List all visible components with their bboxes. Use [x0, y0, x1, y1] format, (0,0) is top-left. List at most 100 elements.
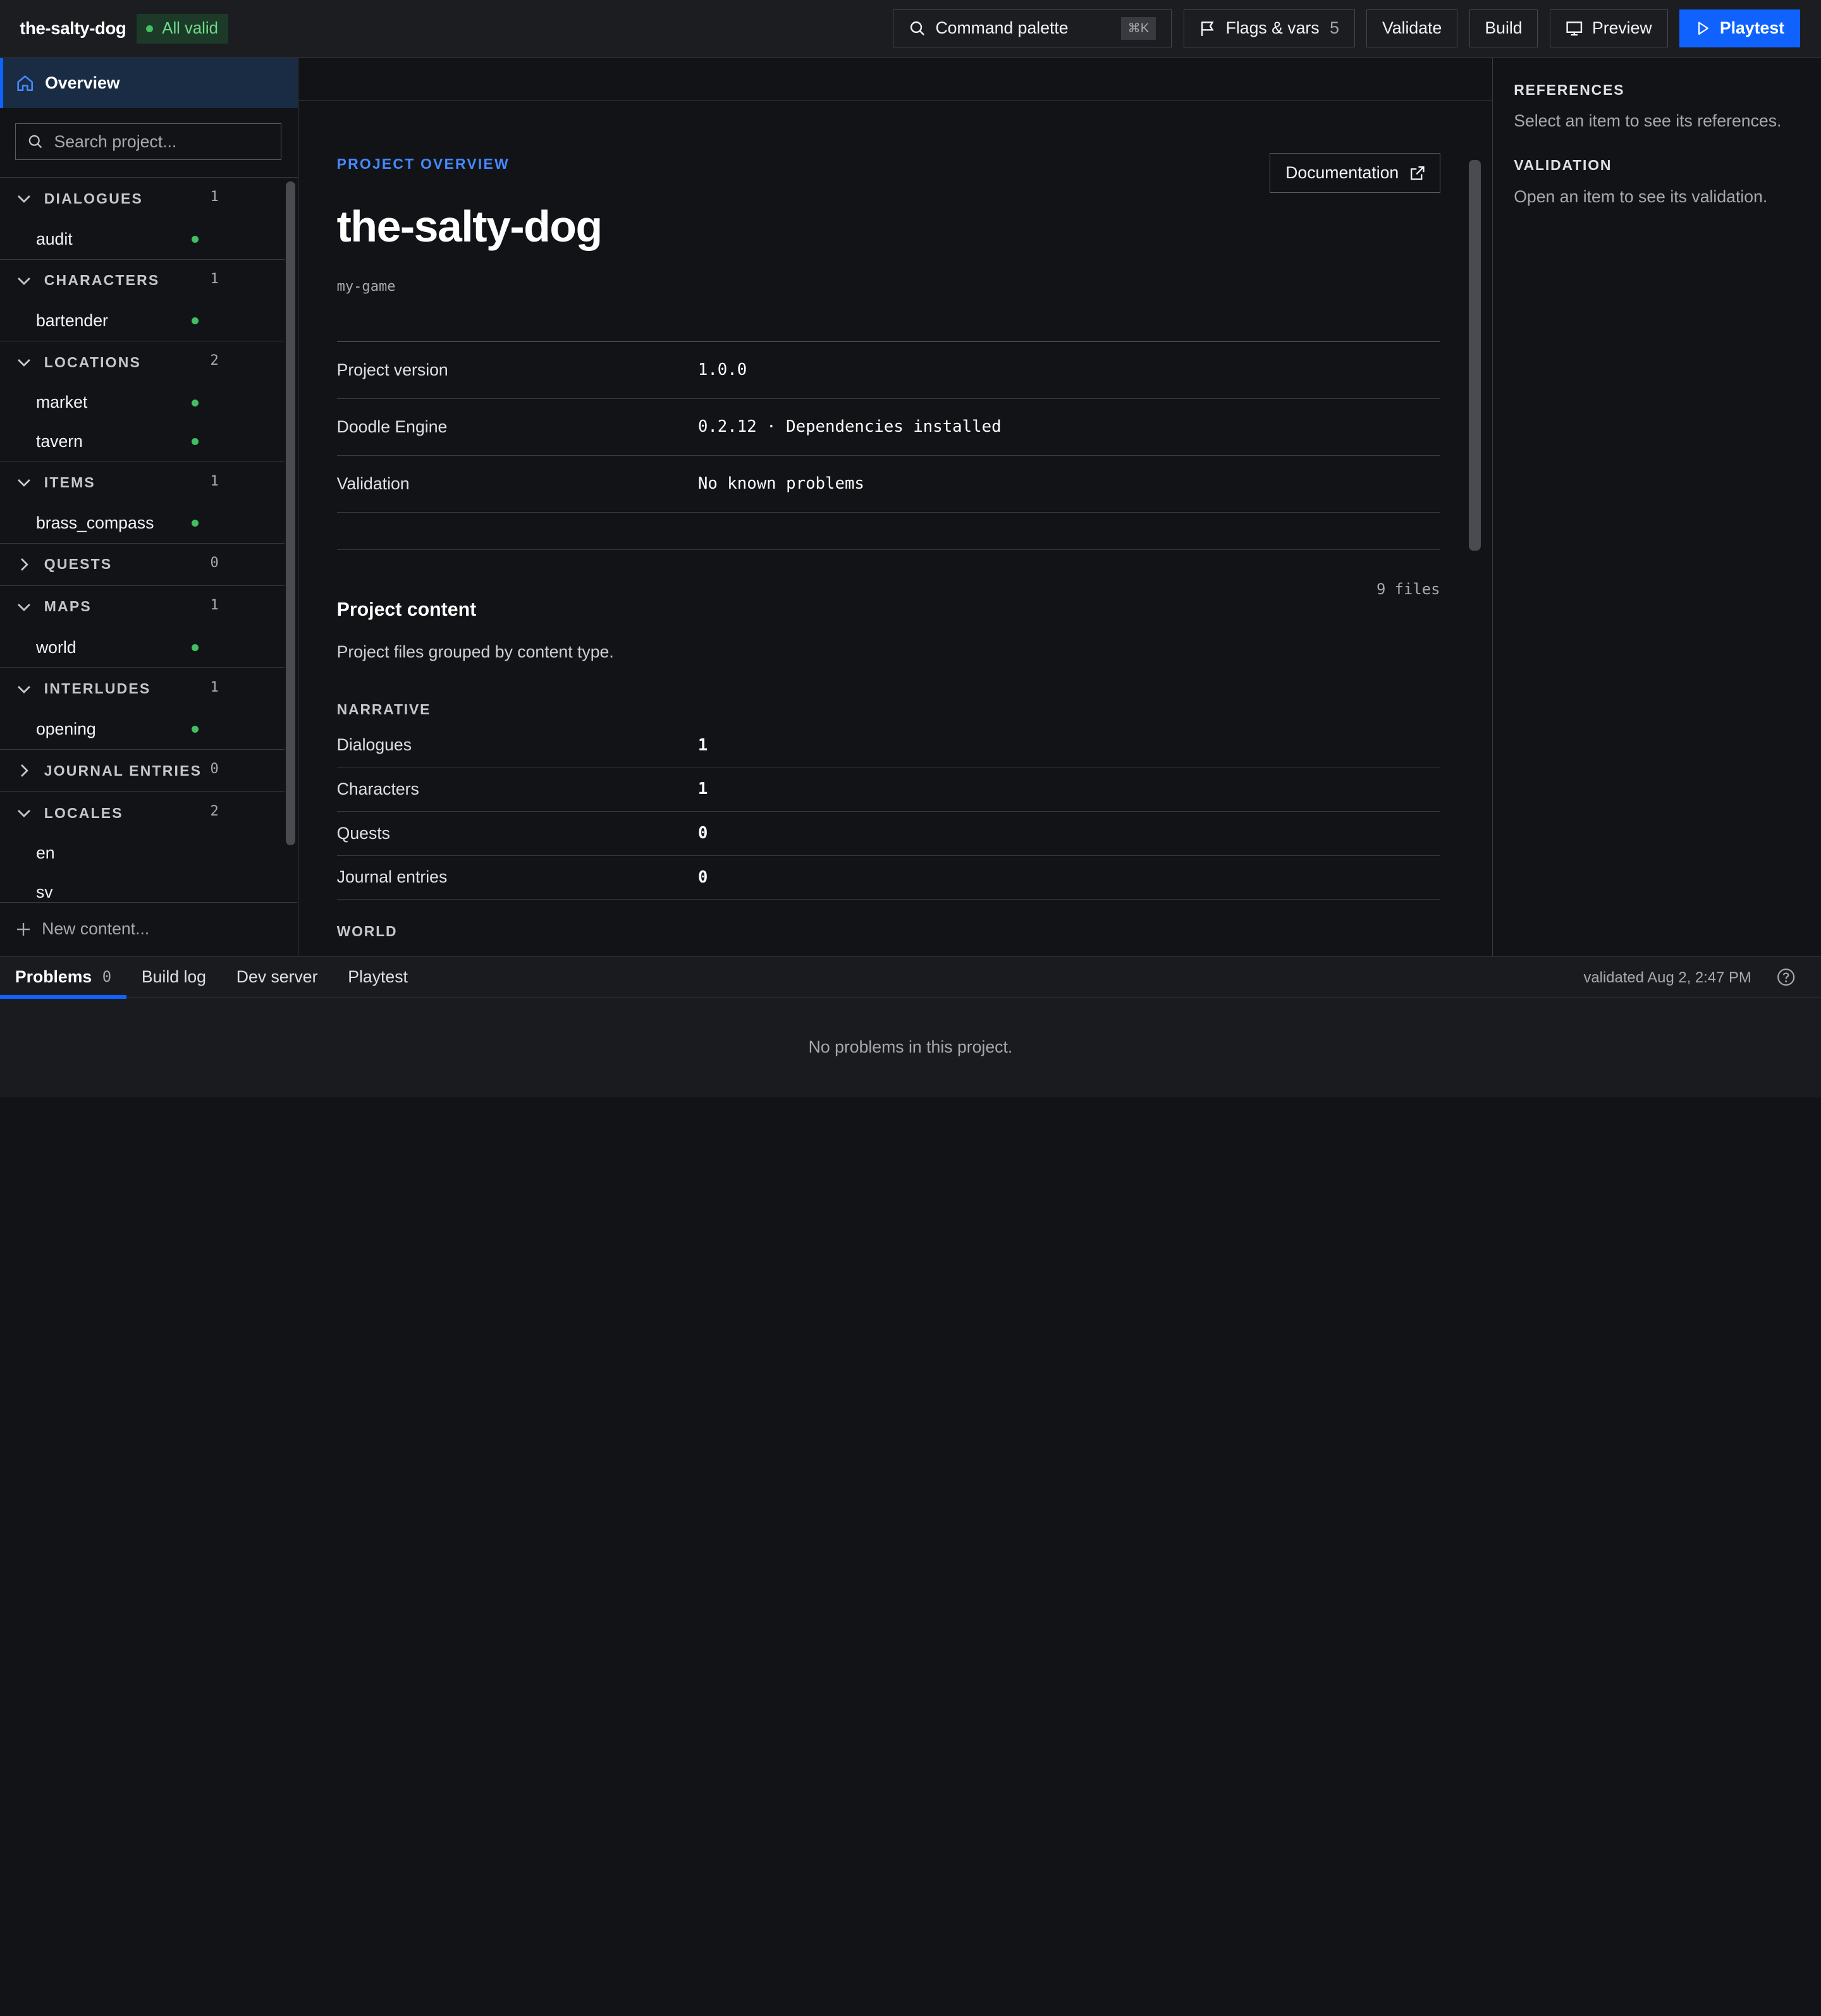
- tree-item[interactable]: market: [0, 383, 285, 422]
- tree-item[interactable]: sv: [0, 872, 285, 902]
- tree-group-count: 1: [210, 473, 219, 489]
- bottom-tab[interactable]: Build log: [126, 956, 221, 998]
- validate-button[interactable]: Validate: [1366, 9, 1458, 48]
- content-type-count: 1: [697, 735, 708, 755]
- tree-group-header[interactable]: INTERLUDES 1: [0, 668, 285, 709]
- tree-group-count: 0: [210, 761, 219, 778]
- content-section-title: Project content: [336, 599, 477, 620]
- tree-group-label: DIALOGUES: [44, 190, 143, 207]
- tree-group-header[interactable]: DIALOGUES 1: [0, 178, 285, 219]
- overview-label: Overview: [45, 73, 120, 92]
- documentation-label: Documentation: [1285, 163, 1399, 183]
- flags-vars-count: 5: [1330, 18, 1339, 38]
- top-bar: the-salty-dog All valid Command palette …: [0, 0, 1821, 58]
- tree-item[interactable]: tavern: [0, 422, 285, 461]
- flags-vars-label: Flags & vars: [1225, 18, 1320, 38]
- content-type-label: Characters: [336, 779, 419, 798]
- project-properties: Project version 1.0.0 Doodle Engine 0.2.12 …: [336, 341, 1440, 513]
- command-palette-button[interactable]: Command palette ⌘K: [893, 9, 1172, 48]
- build-button[interactable]: Build: [1469, 9, 1538, 48]
- tree-group-count: 0: [210, 555, 219, 571]
- playtest-button[interactable]: Playtest: [1679, 9, 1800, 48]
- main-scroll-area: PROJECT OVERVIEW Documentation the-salty…: [298, 101, 1492, 956]
- tree-item[interactable]: brass_compass: [0, 503, 285, 542]
- help-icon[interactable]: [1777, 968, 1795, 986]
- tree-group-count: 1: [210, 271, 219, 287]
- tree-item[interactable]: en: [0, 834, 285, 872]
- chevron-down-icon: [17, 359, 30, 367]
- tree-group-header[interactable]: CHARACTERS 1: [0, 260, 285, 302]
- bottom-tab[interactable]: Playtest: [333, 956, 422, 998]
- tree-group: CHARACTERS 1 bartender: [0, 260, 285, 342]
- tree-group-label: ITEMS: [44, 473, 95, 491]
- page-eyebrow: PROJECT OVERVIEW: [336, 156, 510, 173]
- sidebar: Overview DIALOGUES 1 audit CHARACTERS 1 barte…: [0, 58, 299, 956]
- tree-group-header[interactable]: QUESTS 0: [0, 544, 285, 585]
- content-type-label: Quests: [336, 823, 390, 843]
- search-icon: [910, 21, 925, 36]
- tree-group-header[interactable]: ITEMS 1: [0, 461, 285, 503]
- search-icon: [28, 135, 42, 149]
- sidebar-scrollbar[interactable]: [285, 178, 296, 846]
- tree-group-count: 1: [210, 189, 219, 205]
- app-window: the-salty-dog All valid Command palette …: [0, 0, 1821, 1097]
- tree-group-header[interactable]: LOCALES 2: [0, 792, 285, 834]
- files-count: 9 files: [1376, 580, 1440, 599]
- main-panel: PROJECT OVERVIEW Documentation the-salty…: [298, 58, 1493, 956]
- narrative-table: Dialogues 1 Characters 1 Quests 0 Journal entr…: [336, 723, 1440, 900]
- tree-group: DIALOGUES 1 audit: [0, 178, 285, 260]
- property-key: Validation: [336, 473, 410, 493]
- tree-group-label: INTERLUDES: [44, 680, 151, 697]
- tree-group-header[interactable]: MAPS 1: [0, 586, 285, 628]
- tree-item[interactable]: audit: [0, 219, 285, 259]
- bottom-tab-label: Build log: [141, 967, 206, 986]
- tree-item[interactable]: world: [0, 628, 285, 667]
- project-tree: DIALOGUES 1 audit CHARACTERS 1 bartender LOCAT…: [0, 178, 285, 902]
- property-row: Validation No known problems: [336, 456, 1440, 513]
- chevron-right-icon: [20, 558, 28, 571]
- main-scrollbar-thumb[interactable]: [1469, 160, 1481, 551]
- tree-group-count: 1: [210, 679, 219, 695]
- top-actions: Command palette ⌘K Flags & vars 5 Valida…: [893, 9, 1800, 48]
- tree-item-label: audit: [35, 229, 73, 248]
- valid-status-icon: [192, 437, 199, 445]
- bottom-tab[interactable]: Problems 0: [0, 956, 126, 999]
- content-count-row: Dialogues 1: [336, 723, 1440, 768]
- tree-group-header[interactable]: LOCATIONS 2: [0, 341, 285, 383]
- flags-vars-button[interactable]: Flags & vars 5: [1183, 9, 1355, 48]
- sidebar-search: [0, 108, 298, 178]
- valid-status-icon: [192, 644, 199, 651]
- main-scrollbar[interactable]: [1469, 160, 1481, 553]
- bottom-tab-label: Playtest: [348, 967, 408, 986]
- tree-group-header[interactable]: JOURNAL ENTRIES 0: [0, 750, 285, 791]
- validation-text: Open an item to see its validation.: [1514, 186, 1768, 206]
- status-badge-label: All valid: [162, 19, 218, 37]
- documentation-button[interactable]: Documentation: [1270, 153, 1440, 193]
- property-value: 0.2.12 · Dependencies installed: [697, 417, 1002, 437]
- plus-icon: [16, 922, 30, 936]
- new-content-button[interactable]: New content...: [0, 902, 298, 955]
- tree-item[interactable]: opening: [0, 710, 285, 749]
- search-input[interactable]: [54, 131, 264, 152]
- tree-item[interactable]: bartender: [0, 302, 285, 341]
- preview-button[interactable]: Preview: [1549, 9, 1668, 48]
- home-icon: [17, 75, 34, 91]
- problems-empty-state: No problems in this project.: [808, 1037, 1013, 1057]
- chevron-down-icon: [17, 195, 30, 203]
- sidebar-scrollbar-thumb[interactable]: [285, 181, 295, 846]
- tree-group-label: LOCATIONS: [44, 353, 141, 370]
- search-box: [15, 123, 282, 161]
- chevron-down-icon: [17, 603, 30, 611]
- content-section-description: Project files grouped by content type.: [336, 642, 614, 661]
- command-palette-shortcut: ⌘K: [1120, 16, 1156, 40]
- status-badge: All valid: [136, 13, 229, 44]
- tree-group-count: 1: [210, 597, 219, 614]
- bottom-tab-count: 0: [102, 968, 112, 986]
- tree-item-label: brass_compass: [35, 513, 154, 533]
- bottom-tab-label: Dev server: [236, 967, 318, 986]
- page-title: the-salty-dog: [336, 201, 603, 251]
- bottom-tab-label: Problems: [15, 967, 92, 986]
- bottom-tab-bar: Problems 0 Build log Dev server Playtest: [0, 956, 1821, 999]
- bottom-tab[interactable]: Dev server: [221, 956, 333, 998]
- sidebar-item-overview[interactable]: Overview: [0, 58, 298, 108]
